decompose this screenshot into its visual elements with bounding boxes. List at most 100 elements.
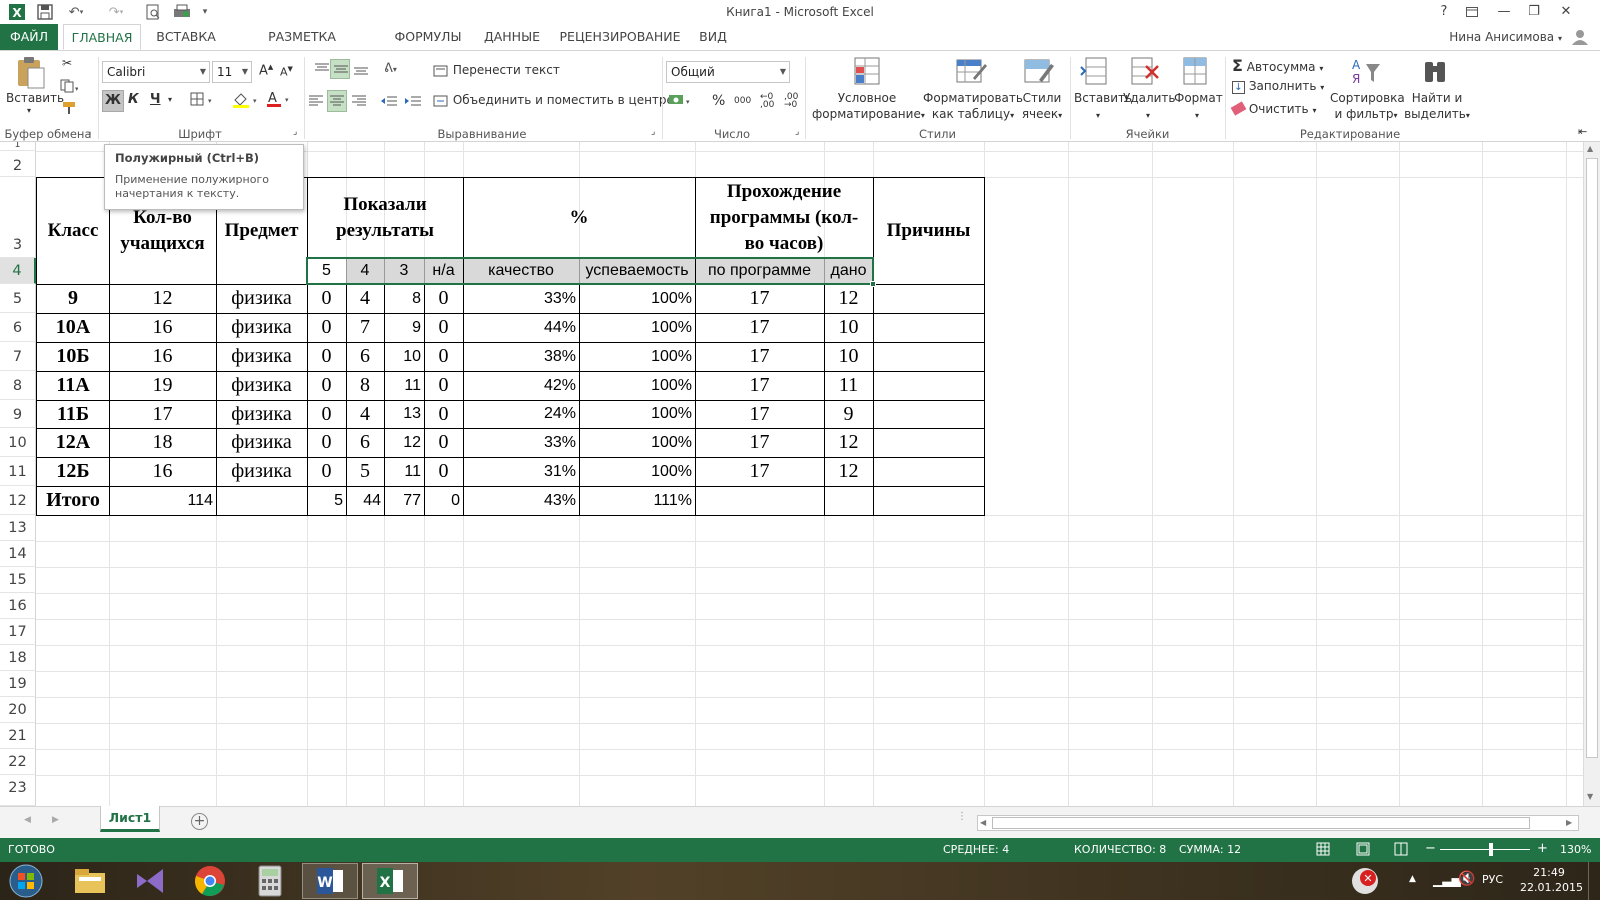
- cell-quality[interactable]: 33%: [463, 284, 579, 313]
- tab-formulas[interactable]: ФОРМУЛЫ: [388, 24, 468, 50]
- row-header-7[interactable]: 7: [0, 342, 36, 371]
- align-center-icon[interactable]: [327, 90, 347, 112]
- increase-decimal-icon[interactable]: ←0,00: [760, 93, 774, 110]
- excel-taskbar-icon[interactable]: X: [362, 863, 418, 899]
- volume-muted-icon[interactable]: 🔇: [1458, 871, 1475, 887]
- scroll-right-icon[interactable]: ▶: [1566, 818, 1572, 827]
- minimize-icon[interactable]: —: [1490, 0, 1518, 24]
- paste-button[interactable]: Вставить: [6, 91, 64, 105]
- cell-quality[interactable]: 42%: [463, 371, 579, 400]
- row-header-11[interactable]: 11: [0, 457, 36, 486]
- cell-grade-4[interactable]: 8: [346, 371, 384, 400]
- underline-button[interactable]: Ч: [150, 92, 161, 107]
- cell-quality[interactable]: 44%: [463, 313, 579, 342]
- wrap-text-button[interactable]: Перенести текст: [433, 63, 560, 77]
- total-quality[interactable]: 43%: [463, 486, 579, 515]
- conditional-formatting-icon[interactable]: [853, 56, 887, 88]
- cell-count[interactable]: 16: [109, 313, 216, 342]
- align-top-icon[interactable]: [314, 62, 330, 79]
- cell-grade-4[interactable]: 4: [346, 284, 384, 313]
- fill-button[interactable]: ↓ Заполнить ▾: [1232, 79, 1324, 94]
- page-layout-view-icon[interactable]: [1356, 842, 1370, 859]
- tab-file[interactable]: ФАЙЛ: [0, 24, 58, 50]
- total-grade-3[interactable]: 77: [384, 486, 424, 515]
- row-header-13[interactable]: 13: [0, 515, 36, 541]
- total-grade-5[interactable]: 5: [307, 486, 346, 515]
- total-success[interactable]: 111%: [579, 486, 695, 515]
- cell-grade-3[interactable]: 11: [384, 371, 424, 400]
- cell-class[interactable]: 12А: [37, 428, 109, 457]
- decrease-font-icon[interactable]: A▼: [280, 65, 293, 79]
- cell-count[interactable]: 12: [109, 284, 216, 313]
- cell-program[interactable]: 17: [695, 342, 824, 371]
- total-grade-4[interactable]: 44: [346, 486, 384, 515]
- cell-given[interactable]: 11: [824, 371, 873, 400]
- cell-subject[interactable]: физика: [216, 342, 307, 371]
- cell-program[interactable]: 17: [695, 400, 824, 428]
- visual-studio-icon[interactable]: [122, 863, 178, 899]
- row-header-17[interactable]: 17: [0, 619, 36, 645]
- tab-insert[interactable]: ВСТАВКА: [150, 24, 222, 50]
- number-format-select[interactable]: Общий ▼: [666, 61, 790, 83]
- show-desktop-button[interactable]: [1588, 862, 1600, 900]
- ribbon-display-icon[interactable]: [1458, 0, 1486, 24]
- zoom-in-icon[interactable]: +: [1537, 841, 1548, 856]
- format-painter-icon[interactable]: [62, 101, 78, 118]
- cell-grade-3[interactable]: 11: [384, 457, 424, 486]
- zoom-slider[interactable]: [1440, 849, 1530, 850]
- status-average[interactable]: СРЕДНЕЕ: 4: [943, 843, 1009, 856]
- cell-grade-5[interactable]: 0: [307, 342, 346, 371]
- cell-program[interactable]: 17: [695, 371, 824, 400]
- delete-cells-icon[interactable]: [1130, 56, 1164, 88]
- cell-na[interactable]: 0: [424, 284, 463, 313]
- clipboard-launcher-icon[interactable]: ⌟: [87, 127, 91, 137]
- find-select-button[interactable]: Найти и выделить▾: [1402, 90, 1472, 124]
- align-middle-icon[interactable]: [330, 59, 350, 79]
- cell-na[interactable]: 0: [424, 428, 463, 457]
- row-header-15[interactable]: 15: [0, 567, 36, 593]
- chrome-icon[interactable]: [182, 863, 238, 899]
- increase-indent-icon[interactable]: [404, 94, 422, 111]
- cell-subject[interactable]: физика: [216, 428, 307, 457]
- row-header-10[interactable]: 10: [0, 428, 36, 457]
- cell-quality[interactable]: 33%: [463, 428, 579, 457]
- decrease-decimal-icon[interactable]: ,00 →0: [784, 93, 798, 110]
- align-left-icon[interactable]: [308, 94, 324, 111]
- cell-grade-4[interactable]: 7: [346, 313, 384, 342]
- row-header-5[interactable]: 5: [0, 284, 36, 313]
- cell-given[interactable]: 10: [824, 342, 873, 371]
- cell-count[interactable]: 18: [109, 428, 216, 457]
- align-right-icon[interactable]: [351, 94, 367, 111]
- collapse-ribbon-icon[interactable]: ⇤: [1578, 125, 1587, 138]
- format-cells-button[interactable]: Формат ▾: [1174, 90, 1223, 124]
- cell-count[interactable]: 16: [109, 457, 216, 486]
- horizontal-scroll-thumb[interactable]: [992, 817, 1530, 829]
- cell-grade-3[interactable]: 12: [384, 428, 424, 457]
- cell-count[interactable]: 17: [109, 400, 216, 428]
- row-header-19[interactable]: 19: [0, 671, 36, 697]
- format-as-table-button[interactable]: Форматировать как таблицу▾: [923, 90, 1023, 124]
- new-sheet-icon[interactable]: +: [191, 813, 208, 830]
- sort-filter-icon[interactable]: АЯ: [1350, 56, 1384, 88]
- prev-sheet-icon[interactable]: ◀: [24, 815, 31, 825]
- delete-cells-button[interactable]: Удалить ▾: [1123, 90, 1176, 124]
- cell-program[interactable]: 17: [695, 313, 824, 342]
- underline-dropdown-icon[interactable]: ▾: [168, 95, 172, 104]
- insert-cells-button[interactable]: Вставить ▾: [1074, 90, 1132, 124]
- cell-class[interactable]: 10Б: [37, 342, 109, 371]
- cell-class[interactable]: 12Б: [37, 457, 109, 486]
- cell-program[interactable]: 17: [695, 457, 824, 486]
- cell-count[interactable]: 19: [109, 371, 216, 400]
- bold-button[interactable]: Ж: [102, 90, 124, 112]
- tab-view[interactable]: ВИД: [693, 24, 733, 50]
- cell-na[interactable]: 0: [424, 400, 463, 428]
- cell-quality[interactable]: 24%: [463, 400, 579, 428]
- cell-success[interactable]: 100%: [579, 371, 695, 400]
- scroll-left-icon[interactable]: ◀: [980, 818, 986, 827]
- cell-class[interactable]: 9: [37, 284, 109, 313]
- horizontal-scrollbar[interactable]: ◀ ▶: [977, 815, 1579, 831]
- format-as-table-icon[interactable]: [955, 56, 989, 88]
- cell-class[interactable]: 10А: [37, 313, 109, 342]
- sheet-tab-list1[interactable]: Лист1: [100, 806, 160, 832]
- fill-handle[interactable]: [870, 281, 876, 287]
